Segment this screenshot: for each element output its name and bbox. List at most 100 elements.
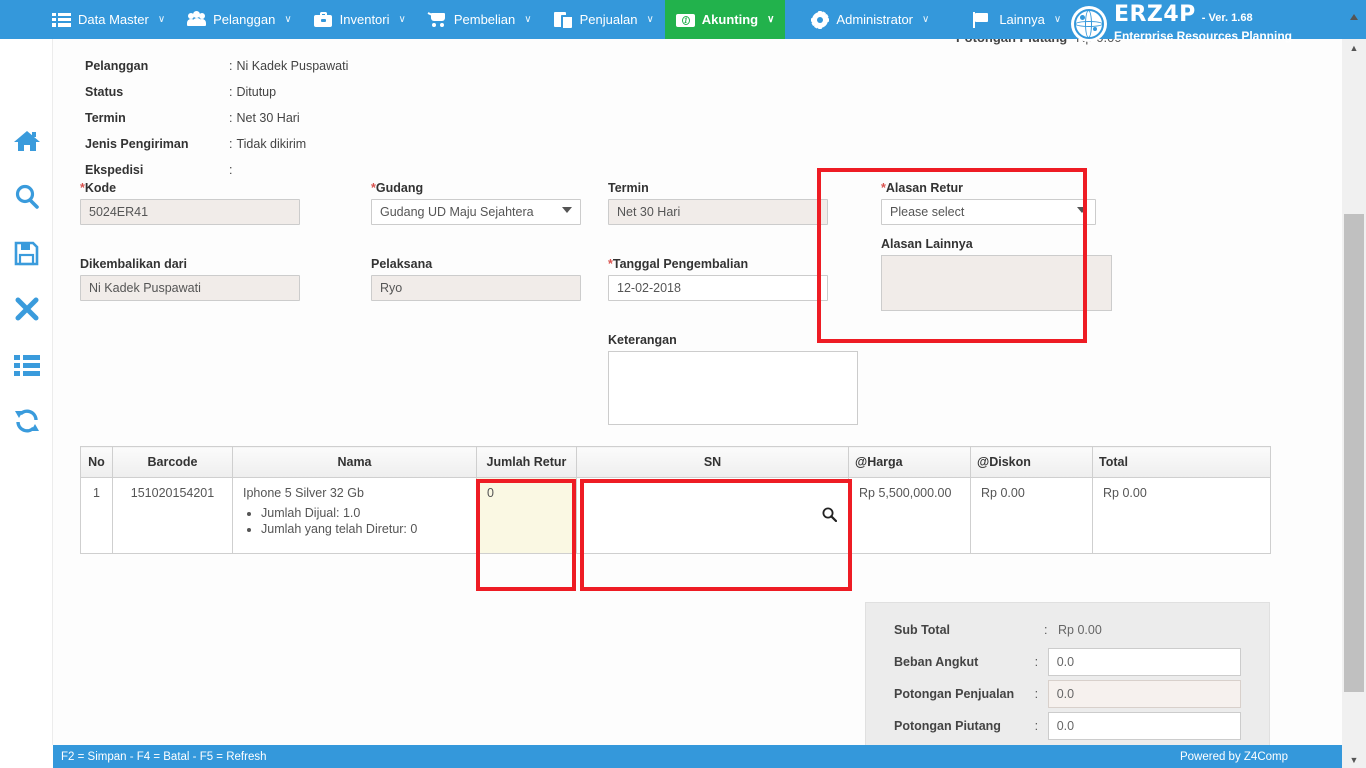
field-label: Keterangan bbox=[608, 333, 677, 347]
left-sidebar bbox=[0, 39, 53, 745]
items-table: No Barcode Nama Jumlah Retur SN @Harga @… bbox=[80, 446, 1271, 554]
scroll-down-arrow[interactable]: ▼ bbox=[1342, 751, 1366, 768]
summary-row: Status : Ditutup bbox=[85, 79, 348, 105]
sidebar-item-refresh[interactable] bbox=[0, 401, 53, 441]
nav-item-inventori[interactable]: Inventori ∨ bbox=[303, 0, 417, 39]
cart-icon bbox=[427, 11, 447, 29]
sidebar-item-save[interactable] bbox=[0, 233, 53, 273]
col-harga: @Harga bbox=[848, 446, 971, 478]
cell-barcode: 151020154201 bbox=[112, 477, 233, 554]
chevron-down-icon: ∨ bbox=[284, 14, 292, 25]
col-diskon: @Diskon bbox=[970, 446, 1093, 478]
summary-row: Jenis Pengiriman : Tidak dikirim bbox=[85, 131, 348, 157]
nav-label: Inventori bbox=[339, 12, 390, 27]
summary-label: Termin bbox=[85, 111, 126, 125]
alasan-retur-select[interactable] bbox=[881, 199, 1096, 225]
cell-diskon: Rp 0.00 bbox=[970, 477, 1093, 554]
col-barcode: Barcode bbox=[112, 446, 233, 478]
potongan-piutang-input[interactable] bbox=[1047, 712, 1241, 740]
alasan-lainnya-textarea[interactable] bbox=[881, 255, 1112, 311]
nav-item-pembelian[interactable]: Pembelian ∨ bbox=[417, 0, 543, 39]
brand-version: - Ver. 1.68 bbox=[1201, 12, 1253, 24]
powered-by: Powered by Z4Comp bbox=[1179, 750, 1288, 763]
keyboard-shortcuts: F2 = Simpan - F4 = Batal - F5 = Refresh bbox=[61, 750, 267, 763]
sidebar-item-search[interactable] bbox=[0, 177, 53, 217]
status-bar: F2 = Simpan - F4 = Batal - F5 = Refresh … bbox=[53, 745, 1342, 768]
cell-jumlah-retur[interactable]: 0 bbox=[476, 477, 577, 554]
field-label: Pelaksana bbox=[371, 257, 433, 271]
list-icon bbox=[13, 355, 40, 376]
nav-label: Penjualan bbox=[579, 12, 638, 27]
summary-row: Termin : Net 30 Hari bbox=[85, 105, 348, 131]
potongan-penjualan-input[interactable] bbox=[1047, 680, 1241, 708]
nav-item-lainnya[interactable]: Lainnya ∨ bbox=[962, 0, 1072, 39]
search-icon bbox=[15, 184, 39, 209]
field-label: *Tanggal Pengembalian bbox=[608, 257, 749, 271]
totals-label: Sub Total bbox=[894, 623, 951, 637]
chevron-down-icon: ∨ bbox=[922, 14, 930, 25]
summary-value: Ditutup bbox=[236, 85, 277, 99]
scrollbar-top-cap bbox=[1342, 0, 1366, 39]
summary-label: Jenis Pengiriman bbox=[85, 137, 189, 151]
cell-sn[interactable] bbox=[576, 477, 849, 554]
sidebar-item-home[interactable] bbox=[0, 121, 53, 161]
colon: : bbox=[1034, 655, 1039, 669]
summary-value: Tidak dikirim bbox=[236, 137, 307, 151]
brand-subtitle: Enterprise Resources Planning bbox=[1113, 29, 1292, 44]
nav-item-data-master[interactable]: Data Master ∨ bbox=[41, 0, 176, 39]
chevron-down-icon: ∨ bbox=[524, 14, 532, 25]
product-details: Jumlah Dijual: 1.0 Jumlah yang telah Dir… bbox=[261, 506, 466, 536]
nav-label: Lainnya bbox=[999, 12, 1045, 27]
nav-item-administrator[interactable]: Administrator ∨ bbox=[799, 0, 940, 39]
field-label: Termin bbox=[608, 181, 649, 195]
sidebar-item-close[interactable] bbox=[0, 289, 53, 329]
colon: : bbox=[1034, 719, 1039, 733]
col-total: Total bbox=[1092, 446, 1271, 478]
close-icon bbox=[15, 297, 38, 321]
page-scrollbar[interactable]: ▲ ▼ bbox=[1342, 39, 1366, 768]
app-brand: ERZ4P - Ver. 1.68 Enterprise Resources P… bbox=[1070, 2, 1292, 46]
tanggal-pengembalian-input[interactable] bbox=[608, 275, 828, 301]
home-icon bbox=[13, 131, 40, 151]
colon: : bbox=[229, 163, 233, 177]
chevron-down-icon: ∨ bbox=[157, 14, 166, 25]
summary-row: Ekspedisi : bbox=[85, 157, 348, 183]
field-alasan-lainnya: Alasan Lainnya bbox=[881, 237, 1112, 316]
briefcase-icon bbox=[313, 11, 333, 29]
field-label: Alasan Lainnya bbox=[881, 237, 973, 251]
totals-row-sub-total: Sub Total : Rp 0.00 bbox=[894, 614, 1241, 646]
scrollbar-thumb[interactable] bbox=[1344, 214, 1364, 692]
dikembalikan-dari-input[interactable] bbox=[80, 275, 300, 301]
scroll-up-arrow[interactable]: ▲ bbox=[1342, 39, 1366, 56]
field-dikembalikan-dari: Dikembalikan dari bbox=[80, 257, 300, 301]
kode-input[interactable] bbox=[80, 199, 300, 225]
keterangan-textarea[interactable] bbox=[608, 351, 858, 425]
summary-value: Net 30 Hari bbox=[236, 111, 300, 125]
summary-label: Status bbox=[85, 85, 124, 99]
nav-label: Pelanggan bbox=[213, 12, 276, 27]
beban-angkut-input[interactable] bbox=[1047, 648, 1241, 676]
field-tanggal-pengembalian: *Tanggal Pengembalian bbox=[608, 257, 828, 301]
nav-item-akunting[interactable]: 1 Akunting ∨ bbox=[664, 0, 786, 39]
sidebar-item-list[interactable] bbox=[0, 345, 53, 385]
nav-label: Akunting bbox=[701, 12, 759, 27]
pelaksana-input[interactable] bbox=[371, 275, 581, 301]
chevron-down-icon: ∨ bbox=[1053, 14, 1062, 25]
users-icon bbox=[187, 10, 207, 29]
cell-harga: Rp 5,500,000.00 bbox=[848, 477, 971, 554]
colon: : bbox=[1044, 623, 1048, 637]
totals-row-potongan-penjualan: Potongan Penjualan : bbox=[894, 678, 1241, 710]
search-icon[interactable] bbox=[822, 507, 838, 525]
nav-item-pelanggan[interactable]: Pelanggan ∨ bbox=[176, 0, 303, 39]
cell-nama: Iphone 5 Silver 32 Gb Jumlah Dijual: 1.0… bbox=[232, 477, 477, 554]
colon: : bbox=[229, 59, 233, 73]
nav-item-penjualan[interactable]: Penjualan ∨ bbox=[543, 0, 665, 39]
termin-input[interactable] bbox=[608, 199, 828, 225]
field-pelaksana: Pelaksana bbox=[371, 257, 581, 301]
table-row: 1 151020154201 Iphone 5 Silver 32 Gb Jum… bbox=[80, 477, 1271, 554]
list-icon bbox=[52, 11, 71, 29]
col-no: No bbox=[80, 446, 113, 478]
gudang-select[interactable] bbox=[371, 199, 581, 225]
nav-label: Data Master bbox=[78, 12, 149, 27]
money-icon: 1 bbox=[675, 11, 695, 29]
